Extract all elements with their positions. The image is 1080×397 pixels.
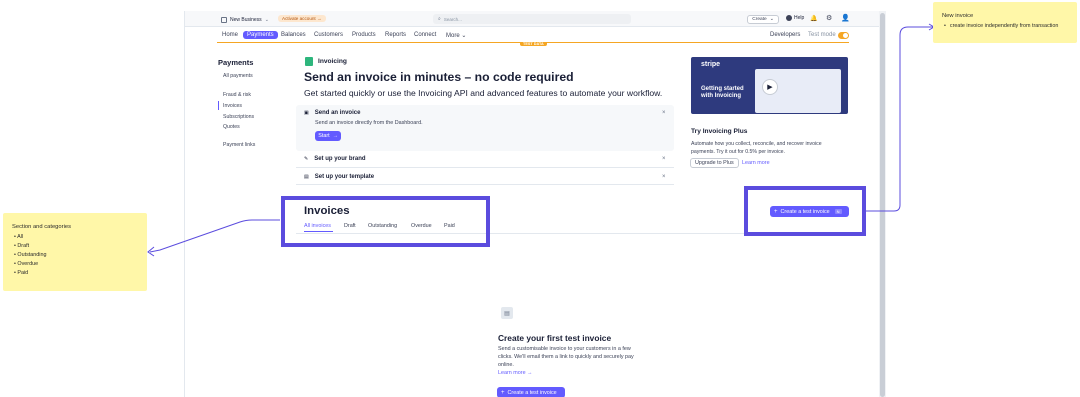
note-title: New invoice [942,13,974,19]
connector-line [866,26,933,212]
note-item: • Outstanding [12,251,147,260]
note-item: • create invoice independently from tran… [942,23,1077,29]
bullet-icon: • [944,23,946,29]
annotation-new-invoice: New invoice • create invoice independent… [933,2,1077,43]
note-item-text: Draft [17,243,30,249]
annotation-sections: Section and categories • All • Draft • O… [3,213,147,291]
annotation-connectors [147,23,935,257]
note-item: • Draft [12,242,147,251]
note-item-text: Outstanding [17,252,47,258]
note-item-text: Overdue [17,261,39,267]
note-item-text: All [17,234,24,240]
note-title: Section and categories [12,224,71,230]
note-item-text: Paid [17,270,29,276]
note-item: • All [12,233,147,242]
note-item-text: create invoice independently from transa… [949,23,1059,29]
note-item: • Paid [12,269,147,278]
connector-line [149,219,280,253]
note-item: • Overdue [12,260,147,269]
